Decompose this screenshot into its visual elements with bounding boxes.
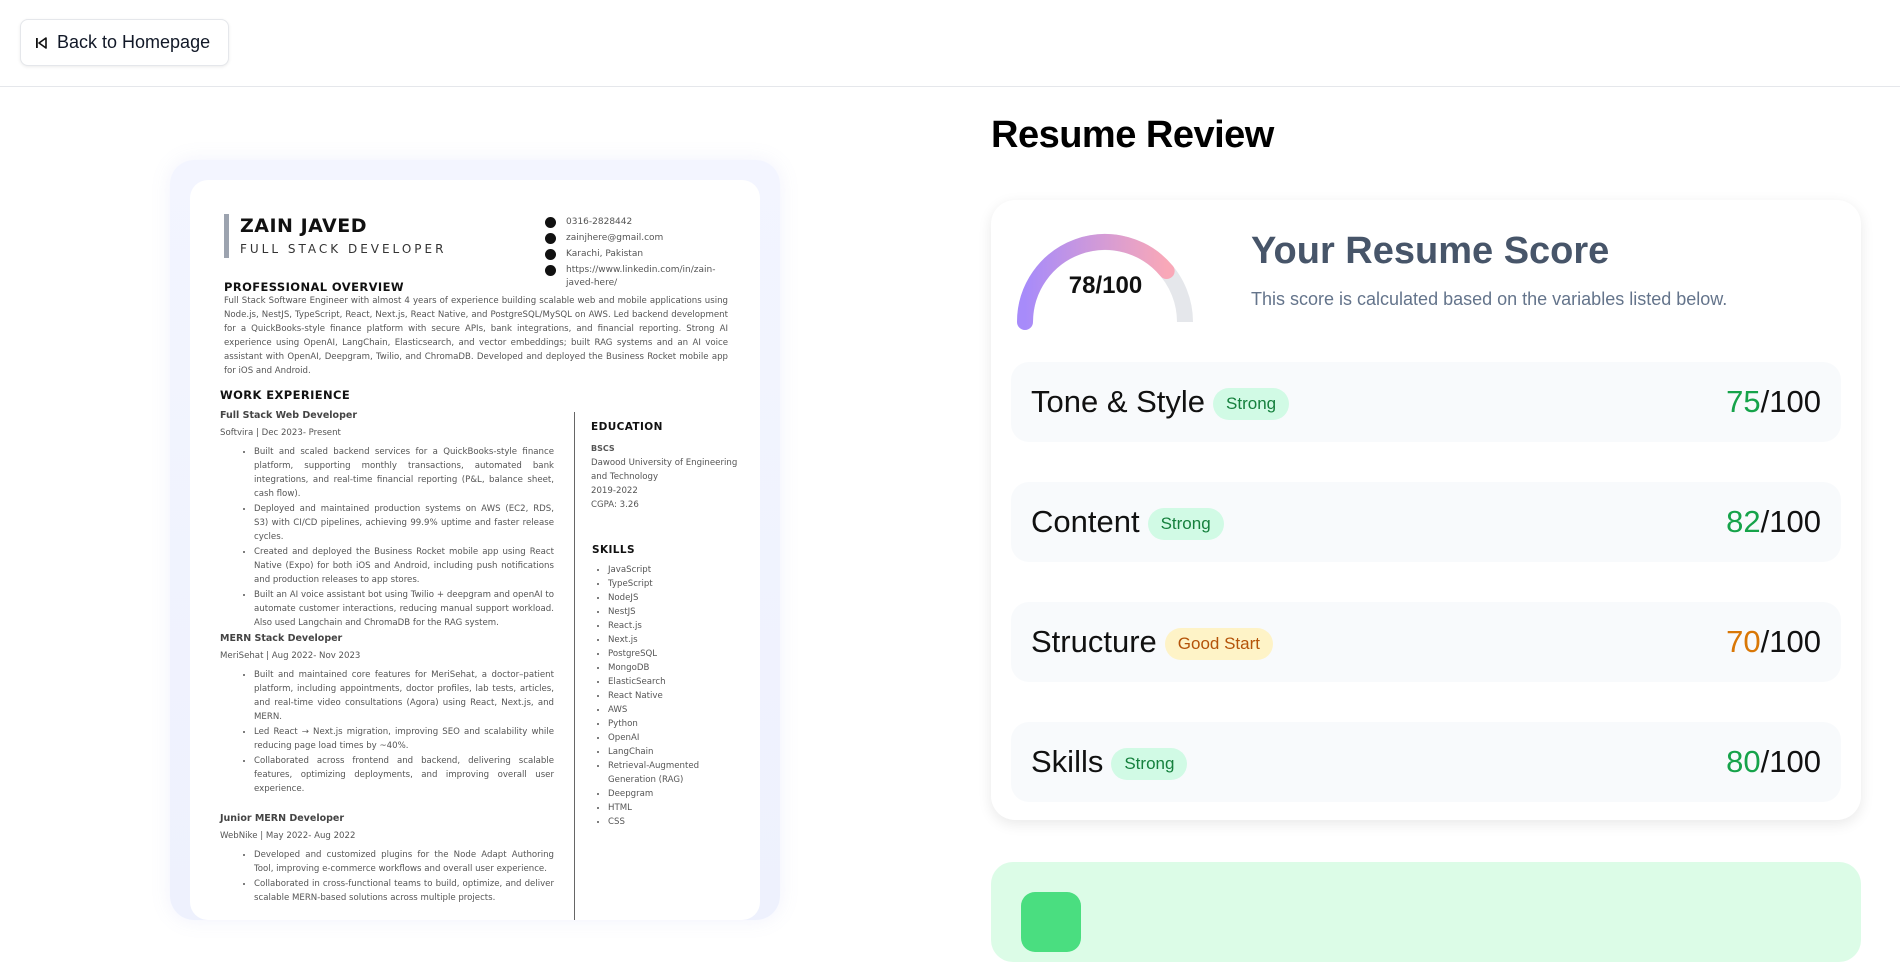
resume-preview: ZAIN JAVED FULL STACK DEVELOPER 0316-282… bbox=[170, 160, 780, 920]
category-name: Content Strong bbox=[1031, 504, 1224, 540]
score-value: 78/100 bbox=[1068, 272, 1143, 299]
resume-score-card: 78/100 Your Resume Score This score is c… bbox=[991, 200, 1861, 820]
status-badge: Strong bbox=[1213, 387, 1290, 420]
job-company: MeriSehat | Aug 2022- Nov 2023 bbox=[220, 651, 361, 661]
list-item: AWS bbox=[608, 703, 728, 717]
list-item: Built and scaled backend services for a … bbox=[254, 445, 554, 501]
list-item: Deployed and maintained production syste… bbox=[254, 502, 554, 544]
list-item: Built an AI voice assistant bot using Tw… bbox=[254, 588, 554, 630]
category-structure: Structure Good Start 70/100 bbox=[1011, 602, 1841, 682]
list-item: CSS bbox=[608, 815, 728, 829]
list-item: Next.js bbox=[608, 633, 728, 647]
resume-page: ZAIN JAVED FULL STACK DEVELOPER 0316-282… bbox=[190, 180, 760, 920]
skills-list: JavaScript TypeScript NodeJS NestJS Reac… bbox=[608, 563, 728, 829]
list-item: LangChain bbox=[608, 745, 728, 759]
job-company: WebNike | May 2022- Aug 2022 bbox=[220, 831, 356, 841]
edu-years: 2019-2022 bbox=[591, 486, 638, 496]
score-title: Your Resume Score bbox=[1251, 230, 1610, 272]
location-icon bbox=[545, 249, 556, 260]
list-item: Retrieval-Augmented Generation (RAG) bbox=[608, 759, 728, 787]
resume-name: ZAIN JAVED bbox=[240, 215, 368, 237]
category-name: Skills Strong bbox=[1031, 744, 1188, 780]
category-score: 80/100 bbox=[1726, 744, 1821, 779]
category-name: Tone & Style Strong bbox=[1031, 384, 1290, 420]
job-title: Full Stack Web Developer bbox=[220, 410, 358, 421]
list-item: ElasticSearch bbox=[608, 675, 728, 689]
list-item: Built and maintained core features for M… bbox=[254, 668, 554, 724]
list-item: Python bbox=[608, 717, 728, 731]
overview-text: Full Stack Software Engineer with almost… bbox=[224, 296, 728, 376]
phone-icon bbox=[545, 217, 556, 228]
list-item: Deepgram bbox=[608, 787, 728, 801]
skills-heading: SKILLS bbox=[592, 544, 635, 556]
status-badge: Good Start bbox=[1164, 627, 1273, 660]
list-item: OpenAI bbox=[608, 731, 728, 745]
contact-email: zainjhere@gmail.com bbox=[545, 232, 741, 245]
category-score: 75/100 bbox=[1726, 384, 1821, 419]
list-item: Created and deployed the Business Rocket… bbox=[254, 545, 554, 587]
list-item: React.js bbox=[608, 619, 728, 633]
back-to-homepage-button[interactable]: Back to Homepage bbox=[20, 19, 230, 66]
education-details: BSCS Dawood University of Engineering an… bbox=[591, 442, 741, 512]
education-heading: EDUCATION bbox=[591, 421, 663, 433]
ats-icon bbox=[1021, 892, 1081, 952]
list-item: Collaborated in cross-functional teams t… bbox=[254, 877, 554, 905]
job-company: Softvira | Dec 2023- Present bbox=[220, 428, 341, 438]
list-item: JavaScript bbox=[608, 563, 728, 577]
status-badge: Strong bbox=[1111, 747, 1188, 780]
top-bar: Back to Homepage bbox=[0, 0, 1900, 87]
work-heading: WORK EXPERIENCE bbox=[220, 388, 351, 402]
list-item: Led React → Next.js migration, improving… bbox=[254, 725, 554, 753]
category-skills: Skills Strong 80/100 bbox=[1011, 722, 1841, 802]
status-badge: Strong bbox=[1147, 507, 1224, 540]
contact-location: Karachi, Pakistan bbox=[545, 248, 741, 261]
contact-linkedin: https://www.linkedin.com/in/zain-javed-h… bbox=[545, 264, 741, 290]
list-item: NestJS bbox=[608, 605, 728, 619]
resume-role: FULL STACK DEVELOPER bbox=[240, 242, 447, 256]
list-item: Collaborated across frontend and backend… bbox=[254, 754, 554, 796]
edu-school: Dawood University of Engineering and Tec… bbox=[591, 458, 738, 482]
job-title: Junior MERN Developer bbox=[220, 813, 345, 824]
linkedin-icon bbox=[545, 265, 556, 276]
job-bullets: Developed and customized plugins for the… bbox=[254, 848, 554, 906]
name-accent-bar bbox=[224, 214, 229, 258]
contact-list: 0316-2828442 zainjhere@gmail.com Karachi… bbox=[545, 216, 741, 293]
score-description: This score is calculated based on the va… bbox=[1251, 289, 1728, 309]
list-item: Developed and customized plugins for the… bbox=[254, 848, 554, 876]
ats-score-card bbox=[991, 862, 1861, 962]
category-score: 70/100 bbox=[1726, 624, 1821, 659]
column-divider bbox=[574, 412, 575, 920]
contact-phone: 0316-2828442 bbox=[545, 216, 741, 229]
back-button-label: Back to Homepage bbox=[57, 32, 211, 52]
list-item: MongoDB bbox=[608, 661, 728, 675]
edu-degree: BSCS bbox=[591, 444, 615, 453]
job-bullets: Built and maintained core features for M… bbox=[254, 668, 554, 797]
job-bullets: Built and scaled backend services for a … bbox=[254, 445, 554, 631]
list-item: NodeJS bbox=[608, 591, 728, 605]
category-content: Content Strong 82/100 bbox=[1011, 482, 1841, 562]
skip-back-icon bbox=[36, 36, 47, 49]
category-name: Structure Good Start bbox=[1031, 624, 1273, 660]
page-title: Resume Review bbox=[991, 114, 1274, 156]
list-item: PostgreSQL bbox=[608, 647, 728, 661]
mail-icon bbox=[545, 233, 556, 244]
category-score: 82/100 bbox=[1726, 504, 1821, 539]
category-tone-style: Tone & Style Strong 75/100 bbox=[1011, 362, 1841, 442]
job-title: MERN Stack Developer bbox=[220, 633, 343, 644]
overview-heading: PROFESSIONAL OVERVIEW bbox=[224, 280, 404, 294]
edu-cgpa: CGPA: 3.26 bbox=[591, 500, 639, 510]
list-item: HTML bbox=[608, 801, 728, 815]
list-item: React Native bbox=[608, 689, 728, 703]
list-item: TypeScript bbox=[608, 577, 728, 591]
